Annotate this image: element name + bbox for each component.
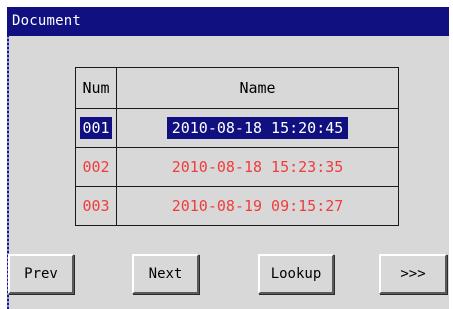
row-num-cell: 003 — [75, 186, 117, 226]
row-name-cell: 2010-08-18 15:23:35 — [116, 147, 399, 187]
table-row[interactable]: 003 2010-08-19 09:15:27 — [75, 186, 399, 226]
row-num: 003 — [82, 197, 110, 215]
window-title: Document — [12, 13, 82, 29]
row-name-cell: 2010-08-19 09:15:27 — [116, 186, 399, 226]
document-table: Num Name 001 2010-08-18 15:20:45 002 201… — [75, 67, 399, 226]
row-name: 2010-08-18 15:20:45 — [166, 117, 349, 139]
table-row[interactable]: 001 2010-08-18 15:20:45 — [75, 108, 399, 148]
row-num: 001 — [80, 117, 112, 139]
row-name-cell: 2010-08-18 15:20:45 — [116, 108, 399, 148]
next-button[interactable]: Next — [132, 254, 199, 294]
table-row[interactable]: 002 2010-08-18 15:23:35 — [75, 147, 399, 187]
row-name: 2010-08-19 09:15:27 — [171, 197, 344, 215]
prev-button[interactable]: Prev — [8, 254, 74, 294]
row-name: 2010-08-18 15:23:35 — [171, 158, 344, 176]
title-bar: Document — [7, 7, 449, 36]
row-num: 002 — [82, 158, 110, 176]
table-header-row: Num Name — [75, 67, 399, 109]
row-num-cell: 001 — [75, 108, 117, 148]
lookup-button[interactable]: Lookup — [258, 254, 334, 294]
row-num-cell: 002 — [75, 147, 117, 187]
column-header-num: Num — [75, 67, 117, 109]
more-button[interactable]: >>> — [379, 254, 447, 294]
column-header-name: Name — [116, 67, 399, 109]
